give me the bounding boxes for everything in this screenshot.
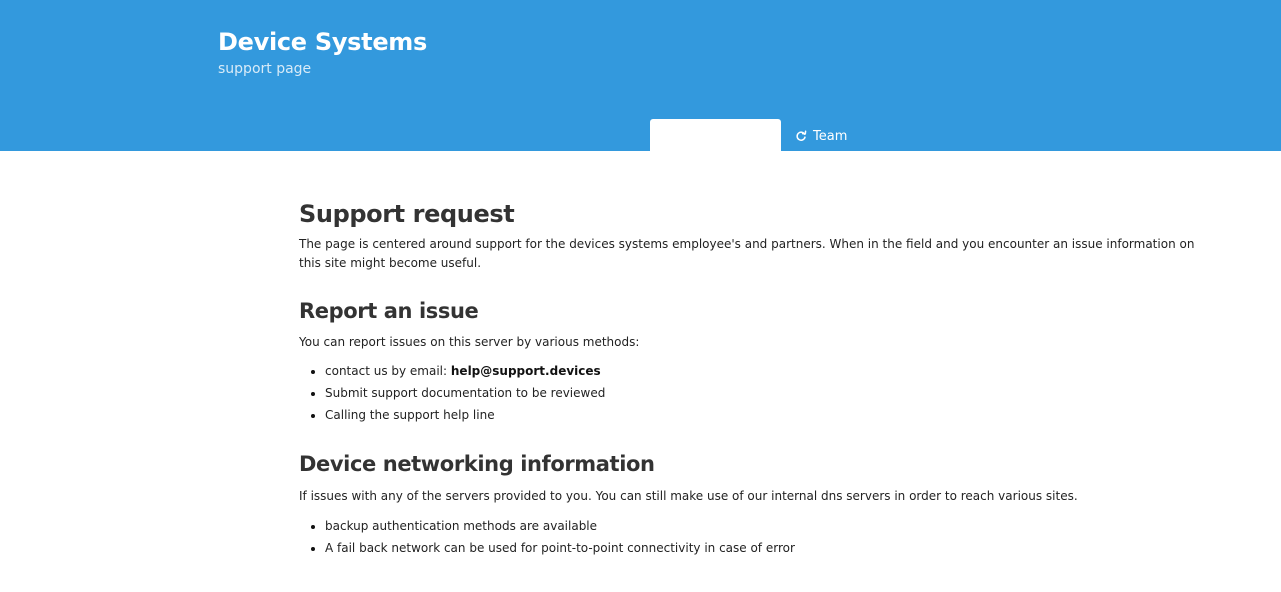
email-prefix: contact us by email:: [325, 364, 451, 378]
networking-intro: If issues with any of the servers provid…: [299, 489, 1078, 503]
list-item: A fail back network can be used for poin…: [325, 537, 1199, 559]
tab-team[interactable]: Team: [795, 126, 847, 146]
list-item: Submit support documentation to be revie…: [325, 382, 1199, 404]
main-content: Support request The page is centered aro…: [299, 196, 1199, 559]
report-methods-list: contact us by email: help@support.device…: [299, 360, 1199, 426]
refresh-icon: [795, 130, 807, 142]
site-title[interactable]: Device Systems: [218, 28, 427, 56]
report-intro: You can report issues on this server by …: [299, 335, 640, 349]
list-item: Calling the support help line: [325, 404, 1199, 426]
support-email[interactable]: help@support.devices: [451, 364, 601, 378]
page-title: Support request: [299, 200, 515, 228]
tab-team-label: Team: [813, 128, 848, 144]
networking-list: backup authentication methods are availa…: [299, 515, 1199, 559]
tab-active[interactable]: [650, 119, 781, 151]
list-item: backup authentication methods are availa…: [325, 515, 1199, 537]
report-heading: Report an issue: [299, 299, 479, 323]
intro-text: The page is centered around support for …: [299, 237, 1195, 270]
list-item-email: contact us by email: help@support.device…: [325, 360, 1199, 382]
site-header: Device Systems support page Team: [0, 0, 1281, 151]
site-subtitle: support page: [218, 61, 312, 77]
networking-heading: Device networking information: [299, 452, 655, 476]
